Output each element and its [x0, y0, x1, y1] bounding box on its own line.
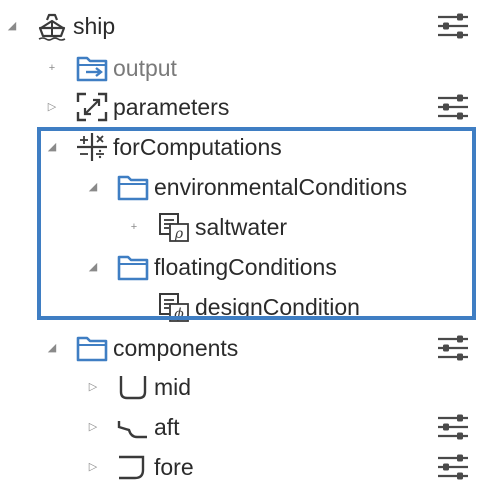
tree-item-label: environmentalConditions	[154, 174, 408, 200]
collapse-toggle[interactable]: ◢	[45, 139, 59, 155]
tree-item-label: ship	[73, 13, 116, 39]
tree-item-label: output	[113, 55, 177, 81]
ship-icon	[36, 11, 68, 41]
tree-item-label: fore	[154, 454, 194, 480]
expand-toggle[interactable]: ▷	[45, 99, 59, 115]
collapse-toggle[interactable]: ◢	[45, 340, 59, 356]
aft-section-icon	[117, 412, 149, 442]
folder-icon	[117, 252, 149, 282]
tree-item-label: saltwater	[195, 214, 288, 240]
computations-icon	[76, 132, 108, 162]
settings-sliders-icon[interactable]	[436, 454, 470, 480]
tree-item-label: designCondition	[195, 294, 360, 320]
phi-document-icon: ϕ	[158, 292, 190, 322]
settings-sliders-icon[interactable]	[436, 13, 470, 39]
output-folder-icon	[76, 53, 108, 83]
tree-item-environmentalConditions[interactable]: ◢ environmentalConditions	[0, 167, 488, 207]
tree-item-mid[interactable]: ▷ mid	[0, 367, 488, 407]
collapse-toggle[interactable]: ◢	[5, 18, 19, 34]
folder-icon	[76, 333, 108, 363]
tree-item-components[interactable]: ◢ components	[0, 328, 488, 368]
tree-item-output[interactable]: + output	[0, 48, 488, 88]
expand-toggle[interactable]: ▷	[86, 379, 100, 395]
settings-sliders-icon[interactable]	[436, 94, 470, 120]
tree-item-designCondition[interactable]: ϕ designCondition	[0, 287, 488, 327]
tree-item-forComputations[interactable]: ◢ forComputations	[0, 127, 488, 167]
collapse-toggle[interactable]: ◢	[86, 259, 100, 275]
tree-item-label: components	[113, 335, 239, 361]
tree-item-label: parameters	[113, 94, 230, 120]
collapse-toggle[interactable]: ◢	[86, 179, 100, 195]
tree-item-label: floatingConditions	[154, 254, 337, 280]
tree-item-parameters[interactable]: ▷ parameters	[0, 87, 488, 127]
tree-item-floatingConditions[interactable]: ◢ floatingConditions	[0, 247, 488, 287]
tree-item-ship[interactable]: ◢ ship	[0, 6, 488, 46]
parameters-icon	[76, 92, 108, 122]
svg-text:ρ: ρ	[174, 226, 184, 242]
tree-item-label: aft	[154, 414, 180, 440]
rho-document-icon: ρ	[158, 212, 190, 242]
settings-sliders-icon[interactable]	[436, 335, 470, 361]
tree-item-label: forComputations	[113, 134, 282, 160]
mid-section-icon	[117, 372, 149, 402]
folder-icon	[117, 172, 149, 202]
settings-sliders-icon[interactable]	[436, 414, 470, 440]
expand-toggle[interactable]: +	[127, 219, 141, 235]
svg-text:ϕ: ϕ	[174, 306, 184, 322]
tree-item-saltwater[interactable]: + ρ saltwater	[0, 207, 488, 247]
expand-toggle[interactable]: +	[45, 60, 59, 76]
tree-item-fore[interactable]: ▷ fore	[0, 447, 488, 487]
expand-toggle[interactable]: ▷	[86, 419, 100, 435]
tree-item-aft[interactable]: ▷ aft	[0, 407, 488, 447]
fore-section-icon	[117, 452, 149, 482]
expand-toggle[interactable]: ▷	[86, 459, 100, 475]
tree-item-label: mid	[154, 374, 192, 400]
